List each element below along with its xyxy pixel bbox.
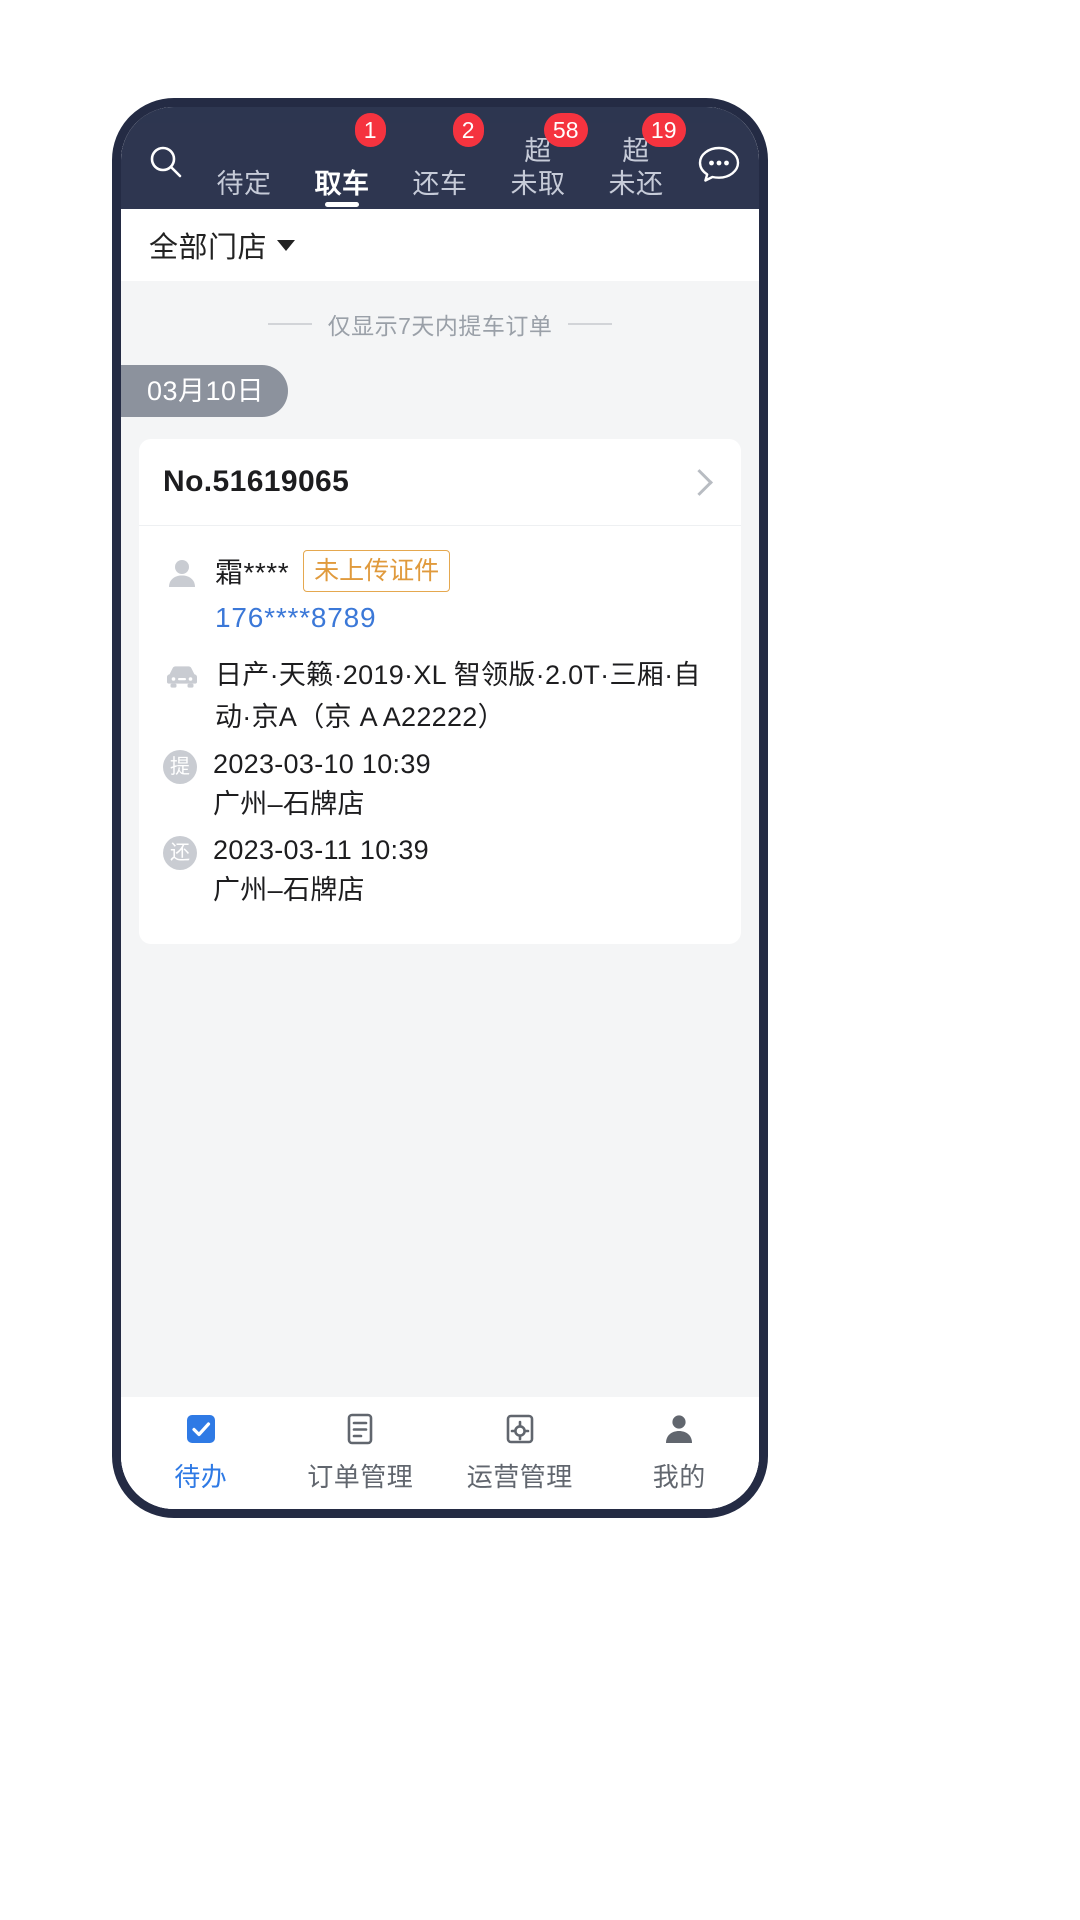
vehicle-row: 日产·天籁·2019·XL 智领版·2.0T·三厢·自动·京A（京 A A222…: [163, 654, 717, 738]
order-list-icon: [340, 1409, 380, 1449]
row-spacer: [163, 640, 717, 654]
tab-overdue-return-badge: 19: [641, 113, 686, 147]
tab-overdue-pickup[interactable]: 超 未取 58: [510, 107, 588, 209]
person-profile-icon: [659, 1409, 699, 1449]
tab-overdue-pickup-badge: 58: [543, 113, 588, 147]
return-datetime: 2023-03-11 10:39: [213, 835, 429, 865]
pickup-tag-icon: 提: [163, 750, 197, 784]
date-group-badge: 03月10日: [121, 365, 289, 417]
chevron-right-icon[interactable]: [686, 468, 713, 496]
order-list-scroll[interactable]: 仅显示7天内提车订单 03月10日 No.51619065 霜**** 未上传证…: [121, 281, 759, 1397]
pickup-datetime: 2023-03-10 10:39: [213, 749, 431, 779]
chevron-down-icon: [277, 239, 296, 251]
return-info: 2023-03-11 10:39 广州–石牌店: [213, 830, 717, 910]
return-row: 还 2023-03-11 10:39 广州–石牌店: [163, 830, 717, 910]
bottom-navigation: 待办 订单管理 运营管理 我的: [121, 1397, 759, 1509]
order-number: No.51619065: [163, 465, 350, 498]
tab-return[interactable]: 还车 2: [412, 107, 484, 209]
nav-item-operations-label: 运营管理: [466, 1461, 573, 1492]
customer-phone[interactable]: 176****8789: [215, 602, 717, 634]
return-store: 广州–石牌店: [213, 875, 365, 905]
list-notice: 仅显示7天内提车订单: [121, 281, 759, 359]
tab-pickup-label: 取车: [314, 169, 370, 199]
nav-item-orders[interactable]: 订单管理: [281, 1409, 441, 1494]
notice-text: 仅显示7天内提车订单: [327, 313, 553, 339]
notice-divider-left: [267, 323, 312, 325]
search-icon[interactable]: [143, 139, 189, 185]
order-card-body: 霜**** 未上传证件 176****8789 日产·天籁·2019·XL 智领…: [139, 526, 741, 910]
phone-frame: 待定 取车 1 还车 2 超 未取 58 超 未还 19 全部门店 仅显示7天内…: [112, 98, 768, 1518]
pickup-info: 2023-03-10 10:39 广州–石牌店: [213, 744, 717, 824]
nav-item-todo[interactable]: 待办: [121, 1409, 281, 1494]
tab-pickup-badge: 1: [354, 113, 386, 147]
order-card[interactable]: No.51619065 霜**** 未上传证件 176****8789 日产·天…: [139, 439, 741, 944]
app-screen: 待定 取车 1 还车 2 超 未取 58 超 未还 19 全部门店 仅显示7天内…: [121, 107, 759, 1509]
car-icon: [163, 658, 201, 696]
nav-item-profile[interactable]: 我的: [600, 1409, 760, 1494]
tab-return-badge: 2: [452, 113, 484, 147]
nav-item-todo-label: 待办: [174, 1461, 228, 1492]
notice-divider-right: [568, 323, 613, 325]
tab-pickup[interactable]: 取车 1: [314, 107, 386, 209]
chat-bubble-icon[interactable]: [693, 137, 745, 189]
nav-item-profile-label: 我的: [652, 1461, 706, 1492]
pickup-store: 广州–石牌店: [213, 789, 365, 819]
operations-gear-icon: [500, 1409, 540, 1449]
customer-name: 霜****: [215, 557, 290, 588]
pickup-row: 提 2023-03-10 10:39 广州–石牌店: [163, 744, 717, 824]
tab-return-label: 还车: [412, 169, 468, 199]
header-tabs: 待定 取车 1 还车 2 超 未取 58 超 未还 19: [189, 107, 689, 209]
customer-name-line: 霜**** 未上传证件: [215, 550, 717, 592]
tab-overdue-pickup-line2: 未取: [510, 169, 566, 199]
active-tab-indicator: [325, 202, 359, 207]
customer-row: 霜**** 未上传证件 176****8789: [163, 550, 717, 634]
top-header: 待定 取车 1 还车 2 超 未取 58 超 未还 19: [121, 107, 759, 209]
customer-info: 霜**** 未上传证件 176****8789: [215, 550, 717, 634]
tab-overdue-return[interactable]: 超 未还 19: [608, 107, 686, 209]
order-card-header[interactable]: No.51619065: [139, 439, 741, 526]
tab-pending[interactable]: 待定: [217, 107, 272, 209]
checkbox-task-icon: [181, 1409, 221, 1449]
vehicle-info: 日产·天籁·2019·XL 智领版·2.0T·三厢·自动·京A（京 A A222…: [215, 654, 717, 738]
nav-item-operations[interactable]: 运营管理: [440, 1409, 600, 1494]
status-badge: 未上传证件: [303, 550, 451, 592]
store-filter-label: 全部门店: [149, 232, 268, 264]
store-filter-bar[interactable]: 全部门店: [121, 209, 759, 281]
screenshot-stage: 待定 取车 1 还车 2 超 未取 58 超 未还 19 全部门店 仅显示7天内…: [0, 0, 1080, 1920]
vehicle-description: 日产·天籁·2019·XL 智领版·2.0T·三厢·自动·京A（京 A A222…: [215, 660, 701, 732]
nav-item-orders-label: 订单管理: [307, 1461, 414, 1492]
tab-pending-label: 待定: [216, 169, 272, 199]
person-icon: [163, 554, 201, 592]
return-tag-icon: 还: [163, 836, 197, 870]
tab-overdue-return-line2: 未还: [608, 169, 664, 199]
